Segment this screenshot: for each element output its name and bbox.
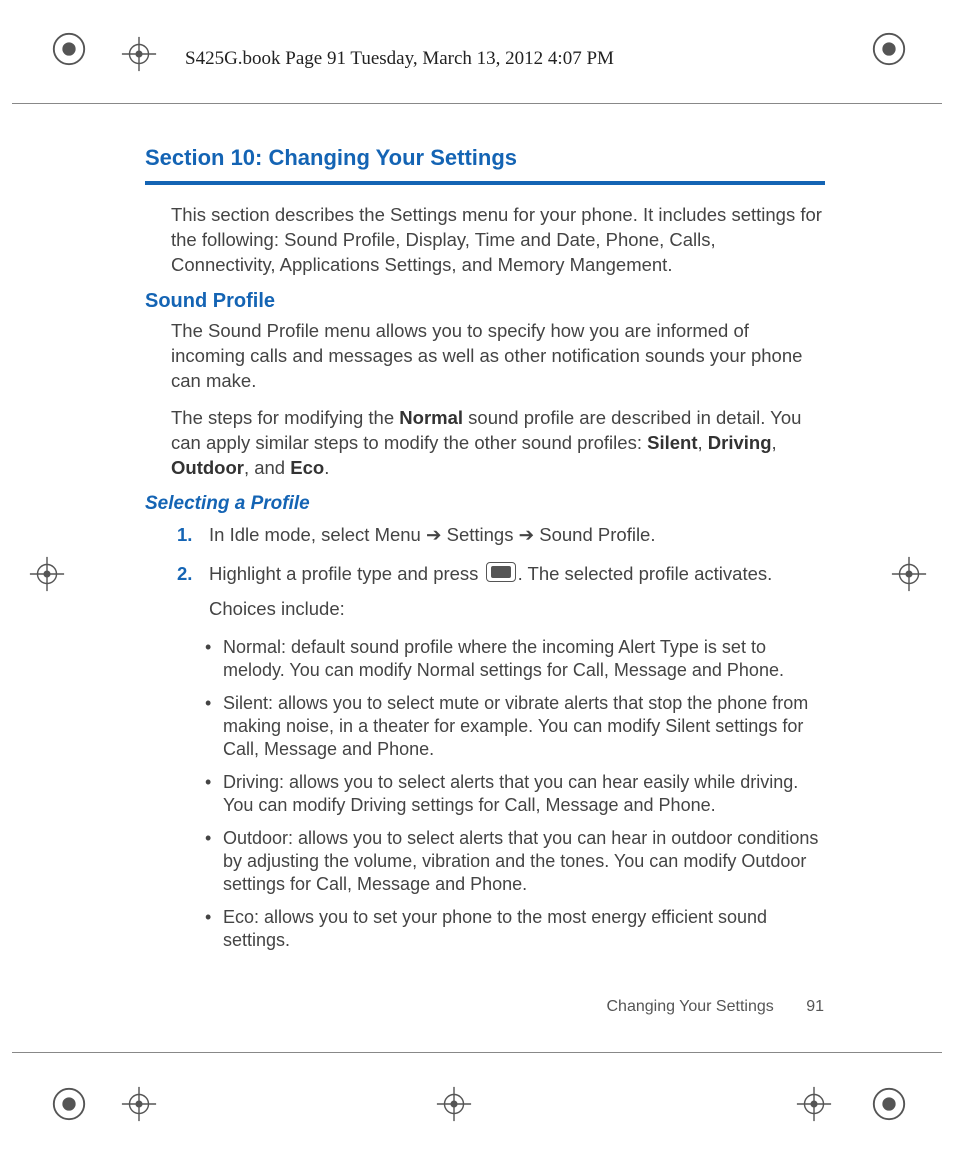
choice-text: : default sound profile where the incomi… [223, 637, 784, 680]
choices-intro: Choices include: [209, 597, 825, 622]
step-1: 1. In Idle mode, select Menu ➔ Settings … [177, 523, 825, 548]
page-footer: Changing Your Settings 91 [607, 998, 825, 1016]
menu-path-settings: Settings [447, 524, 514, 545]
text: . [650, 524, 655, 545]
choice-normal: Normal: default sound profile where the … [205, 636, 825, 682]
choice-text: : allows you to select mute or vibrate a… [223, 693, 808, 759]
draft-header: S425G.book Page 91 Tuesday, March 13, 20… [185, 48, 614, 70]
text: . The selected profile activates. [518, 563, 773, 584]
step-number: 1. [177, 523, 192, 548]
sound-profile-para-1: The Sound Profile menu allows you to spe… [145, 319, 825, 394]
choice-outdoor: Outdoor: allows you to select alerts tha… [205, 827, 825, 896]
choice-text: : allows you to select alerts that you c… [223, 828, 818, 894]
choice-eco: Eco: allows you to set your phone to the… [205, 906, 825, 952]
center-key-icon [486, 562, 516, 582]
sound-profile-para-2: The steps for modifying the Normal sound… [145, 406, 825, 481]
step-2: 2. Highlight a profile type and press . … [177, 562, 825, 622]
section-rule [145, 181, 825, 185]
choice-text: : allows you to set your phone to the mo… [223, 907, 767, 950]
menu-path-sound-profile: Sound Profile [539, 524, 650, 545]
profile-silent: Silent [647, 432, 697, 453]
registration-mark-bottom-left [50, 1085, 88, 1123]
intro-paragraph: This section describes the Settings menu… [145, 203, 825, 278]
choice-label: Eco [223, 907, 254, 927]
footer-section: Changing Your Settings [607, 998, 774, 1015]
choice-label: Driving [223, 772, 279, 792]
section-title: Section 10: Changing Your Settings [145, 145, 825, 171]
crosshair-mark [435, 1085, 473, 1123]
arrow-icon: ➔ [421, 524, 447, 545]
text: The steps for modifying the [171, 407, 399, 428]
choice-text: : allows you to select alerts that you c… [223, 772, 798, 815]
registration-mark-top-left [50, 30, 88, 68]
registration-mark-bottom-right [870, 1085, 908, 1123]
choice-label: Normal [223, 637, 281, 657]
text: , and [244, 457, 290, 478]
arrow-icon: ➔ [513, 524, 539, 545]
crosshair-mark [890, 555, 928, 593]
step-number: 2. [177, 562, 192, 587]
heading-sound-profile: Sound Profile [145, 290, 825, 313]
heading-selecting-profile: Selecting a Profile [145, 493, 825, 515]
menu-path-menu: Menu [375, 524, 421, 545]
text: , [772, 432, 777, 453]
choice-silent: Silent: allows you to select mute or vib… [205, 692, 825, 761]
choice-driving: Driving: allows you to select alerts tha… [205, 771, 825, 817]
profile-eco: Eco [290, 457, 324, 478]
steps-list: 1. In Idle mode, select Menu ➔ Settings … [145, 523, 825, 622]
profile-choices-list: Normal: default sound profile where the … [145, 636, 825, 952]
profile-outdoor: Outdoor [171, 457, 244, 478]
choice-label: Outdoor [223, 828, 288, 848]
page-content: Section 10: Changing Your Settings This … [145, 145, 825, 962]
text: Highlight a profile type and press [209, 563, 484, 584]
registration-mark-top-right [870, 30, 908, 68]
crop-line-top [12, 103, 942, 104]
choice-label: Silent [223, 693, 268, 713]
crosshair-mark [795, 1085, 833, 1123]
page-number: 91 [806, 998, 824, 1016]
crosshair-mark [28, 555, 66, 593]
crop-line-bottom [12, 1052, 942, 1053]
profile-driving: Driving [708, 432, 772, 453]
text: , [697, 432, 707, 453]
crosshair-mark [120, 35, 158, 73]
text: In Idle mode, select [209, 524, 375, 545]
profile-normal: Normal [399, 407, 463, 428]
text: . [324, 457, 329, 478]
crosshair-mark [120, 1085, 158, 1123]
